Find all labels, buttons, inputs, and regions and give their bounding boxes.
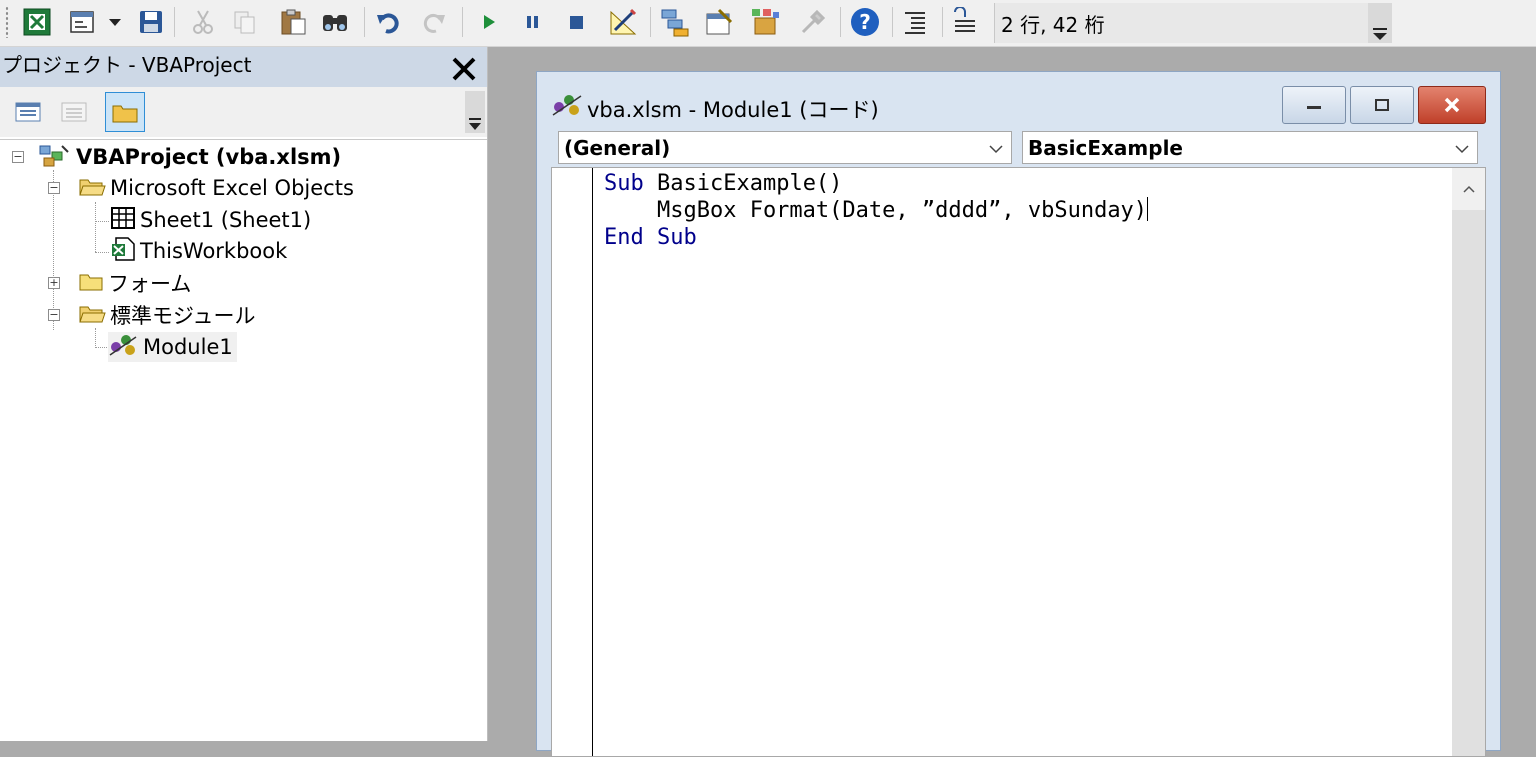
procedure-combobox[interactable]: BasicExample: [1022, 131, 1478, 164]
close-button[interactable]: [1418, 86, 1486, 124]
toolbar-grip[interactable]: [5, 6, 9, 38]
code-line-1[interactable]: Sub BasicExample(): [604, 170, 842, 198]
undo-icon[interactable]: [372, 4, 406, 40]
object-combobox[interactable]: (General): [558, 131, 1012, 164]
module-icon: [551, 92, 585, 123]
object-browser-icon[interactable]: [748, 4, 782, 40]
keyword: End: [604, 225, 644, 250]
project-explorer-toolbar: [0, 87, 487, 137]
run-icon[interactable]: [472, 4, 506, 40]
worksheet-icon: [110, 206, 136, 235]
tree-node-vbaproject[interactable]: VBAProject (vba.xlsm): [38, 142, 341, 172]
paste-icon[interactable]: [276, 4, 310, 40]
module-icon: [108, 333, 140, 362]
copy-icon[interactable]: [228, 4, 262, 40]
excel-objects-collapse-toggle[interactable]: −: [48, 182, 60, 194]
cursor-position-display: 2 行, 42 桁: [994, 3, 1368, 43]
tree-node-thisworkbook[interactable]: ThisWorkbook: [110, 236, 287, 266]
code-editor[interactable]: Sub BasicExample() MsgBox Format(Date, ”…: [551, 167, 1486, 757]
project-toolbar-chevron-down-icon[interactable]: [465, 91, 485, 133]
properties-window-icon[interactable]: [702, 4, 736, 40]
tree-node-label: VBAProject (vba.xlsm): [76, 145, 342, 169]
open-folder-icon: [78, 302, 106, 329]
code-text: MsgBox Format(Date, ”dddd”, vbSunday): [604, 198, 1148, 223]
close-icon: [1444, 97, 1460, 113]
toolbar-options-chevron-down-icon[interactable]: [1368, 3, 1392, 43]
project-explorer-icon[interactable]: [658, 4, 692, 40]
cut-icon[interactable]: [186, 4, 220, 40]
insert-userform-icon[interactable]: [66, 4, 100, 40]
tree-node-excel-objects[interactable]: Microsoft Excel Objects: [78, 173, 354, 203]
tree-node-module1[interactable]: Module1: [108, 332, 237, 362]
workbook-icon: [110, 236, 136, 267]
code-window: vba.xlsm - Module1 (コード) (General) Basic…: [536, 71, 1501, 757]
vertical-scrollbar[interactable]: [1452, 168, 1485, 756]
scroll-up-chevron-up-icon[interactable]: [1452, 168, 1485, 210]
chevron-down-icon: [1455, 145, 1469, 154]
save-icon[interactable]: [134, 4, 168, 40]
forms-expand-toggle[interactable]: +: [48, 277, 60, 289]
tree-node-label: 標準モジュール: [110, 304, 256, 328]
keyword: Sub: [604, 171, 644, 196]
standard-toolbar: ? 2 行, 42 桁: [0, 0, 1536, 47]
project-explorer-header: プロジェクト - VBAProject: [0, 47, 487, 87]
modules-collapse-toggle[interactable]: −: [48, 309, 60, 321]
text-caret: [1147, 197, 1149, 221]
tree-node-label: Microsoft Excel Objects: [110, 176, 354, 200]
code-text: BasicExample(): [643, 171, 843, 196]
maximize-button[interactable]: [1350, 86, 1414, 124]
toolbox-icon[interactable]: [796, 4, 830, 40]
keyword: Sub: [657, 225, 697, 250]
tree-node-label: Module1: [143, 335, 233, 359]
project-explorer-title: プロジェクト - VBAProject: [2, 53, 252, 77]
object-combobox-value: (General): [564, 135, 671, 160]
outdent-icon[interactable]: [948, 4, 982, 40]
root-collapse-toggle[interactable]: −: [12, 151, 24, 163]
redo-icon[interactable]: [416, 4, 450, 40]
chevron-down-icon: [989, 145, 1003, 154]
tree-node-label: フォーム: [108, 272, 192, 296]
vbaproject-icon: [38, 142, 70, 173]
code-window-title: vba.xlsm - Module1 (コード): [587, 98, 879, 122]
tree-node-forms[interactable]: フォーム: [78, 268, 191, 298]
indent-icon[interactable]: [898, 4, 932, 40]
reset-icon[interactable]: [560, 4, 594, 40]
tree-node-standard-modules[interactable]: 標準モジュール: [78, 300, 256, 330]
break-icon[interactable]: [516, 4, 550, 40]
code-line-3[interactable]: End Sub: [604, 224, 697, 252]
excel-icon[interactable]: [20, 4, 54, 40]
procedure-combobox-value: BasicExample: [1028, 135, 1183, 160]
tree-node-label: ThisWorkbook: [140, 239, 288, 263]
insert-dropdown-chevron-down-icon[interactable]: [104, 4, 126, 40]
project-explorer-close-icon[interactable]: [444, 51, 484, 87]
open-folder-icon: [78, 175, 106, 202]
tree-node-sheet1[interactable]: Sheet1 (Sheet1): [110, 205, 311, 235]
margin-indicator-bar[interactable]: [552, 168, 593, 756]
toggle-folders-icon[interactable]: [105, 92, 145, 132]
view-code-icon[interactable]: [12, 96, 44, 128]
project-explorer-pane: プロジェクト - VBAProject − VBAProject (vba.xl…: [0, 47, 488, 741]
cursor-position-text: 2 行, 42 桁: [1001, 12, 1105, 37]
minimize-button[interactable]: [1282, 86, 1346, 124]
code-window-titlebar[interactable]: vba.xlsm - Module1 (コード): [537, 72, 1500, 132]
design-mode-icon[interactable]: [606, 4, 640, 40]
svg-text:?: ?: [859, 10, 871, 34]
tree-node-label: Sheet1 (Sheet1): [140, 208, 312, 232]
folder-icon: [78, 270, 104, 297]
view-object-icon[interactable]: [58, 96, 90, 128]
find-icon[interactable]: [318, 4, 352, 40]
project-tree: − VBAProject (vba.xlsm) − Microsoft Exce…: [0, 139, 487, 742]
code-line-2[interactable]: MsgBox Format(Date, ”dddd”, vbSunday): [604, 197, 1149, 225]
help-icon[interactable]: ?: [848, 4, 882, 40]
